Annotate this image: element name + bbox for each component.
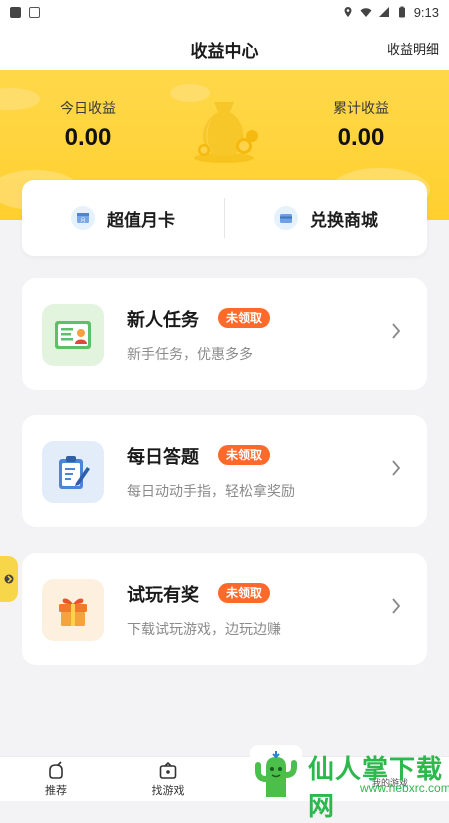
gift-icon bbox=[42, 579, 104, 641]
feature-strip: 月 超值月卡 兑换商城 bbox=[22, 180, 427, 256]
recommend-icon bbox=[49, 761, 63, 779]
wifi-icon bbox=[360, 8, 372, 17]
calendar-card-icon: 月 bbox=[71, 206, 95, 230]
exchange-shop-label: 兑换商城 bbox=[310, 210, 378, 230]
nav-item-recommend[interactable]: 推荐 bbox=[26, 761, 86, 798]
task-title: 每日答题 bbox=[127, 447, 199, 467]
battery-icon bbox=[398, 6, 405, 18]
total-earnings-label: 累计收益 bbox=[333, 100, 389, 116]
game-box-icon bbox=[159, 761, 177, 779]
cactus-logo-icon bbox=[250, 745, 302, 801]
task-status-badge: 未领取 bbox=[218, 445, 271, 465]
task-status-badge: 未领取 bbox=[218, 308, 271, 328]
site-watermark: 仙人掌下载网 www.hebxrc.com bbox=[250, 745, 449, 822]
task-card-daily-quiz[interactable]: 每日答题 未领取 每日动动手指，轻松拿奖励 bbox=[22, 415, 427, 527]
chevron-right-icon bbox=[392, 323, 401, 339]
title-bar: 收益中心 收益明细 bbox=[0, 24, 449, 70]
side-tab-icon bbox=[4, 574, 14, 584]
svg-text:月: 月 bbox=[80, 218, 85, 224]
a-app-icon bbox=[29, 6, 40, 18]
floating-side-tab[interactable] bbox=[0, 556, 18, 602]
status-left bbox=[10, 6, 40, 18]
task-description: 下载试玩游戏，边玩边赚 bbox=[127, 621, 281, 637]
task-description: 每日动动手指，轻松拿奖励 bbox=[127, 483, 295, 499]
today-earnings: 今日收益 0.00 bbox=[28, 98, 148, 152]
earnings-detail-link[interactable]: 收益明细 bbox=[387, 39, 439, 58]
task-status-badge: 未领取 bbox=[218, 583, 271, 603]
status-time: 9:13 bbox=[413, 4, 439, 20]
nav-item-find-games[interactable]: 找游戏 bbox=[138, 761, 198, 798]
task-description: 新手任务，优惠多多 bbox=[127, 346, 253, 362]
task-title: 试玩有奖 bbox=[127, 585, 199, 605]
task-title: 新人任务 bbox=[127, 310, 199, 330]
page-title: 收益中心 bbox=[190, 42, 259, 61]
status-bar: 9:13 bbox=[0, 0, 449, 24]
watermark-url: www.hebxrc.com bbox=[360, 781, 449, 795]
exchange-shop-button[interactable]: 兑换商城 bbox=[225, 180, 427, 256]
total-earnings: 累计收益 0.00 bbox=[301, 98, 421, 152]
id-card-icon bbox=[42, 304, 104, 366]
bottom-navigation: 推荐 找游戏 我的游戏 仙人掌下载网 www.hebxrc.com bbox=[0, 745, 449, 822]
nav-label: 找游戏 bbox=[151, 785, 185, 797]
clipboard-pen-icon bbox=[42, 441, 104, 503]
task-card-trial-reward[interactable]: 试玩有奖 未领取 下载试玩游戏，边玩边赚 bbox=[22, 553, 427, 665]
task-card-newbie[interactable]: 新人任务 未领取 新手任务，优惠多多 bbox=[22, 278, 427, 390]
nav-label: 推荐 bbox=[45, 785, 67, 797]
location-icon bbox=[344, 7, 352, 17]
today-earnings-value: 0.00 bbox=[64, 124, 112, 151]
notification-square-icon bbox=[10, 6, 21, 18]
shop-card-icon bbox=[274, 206, 298, 230]
today-earnings-label: 今日收益 bbox=[60, 100, 116, 116]
monthly-card-label: 超值月卡 bbox=[107, 210, 175, 230]
money-bag-icon bbox=[194, 102, 258, 163]
chevron-right-icon bbox=[392, 460, 401, 476]
status-right: 9:13 bbox=[342, 5, 439, 20]
monthly-card-button[interactable]: 月 超值月卡 bbox=[22, 180, 224, 256]
chevron-right-icon bbox=[392, 598, 401, 614]
total-earnings-value: 0.00 bbox=[337, 124, 385, 151]
signal-icon bbox=[378, 7, 389, 17]
